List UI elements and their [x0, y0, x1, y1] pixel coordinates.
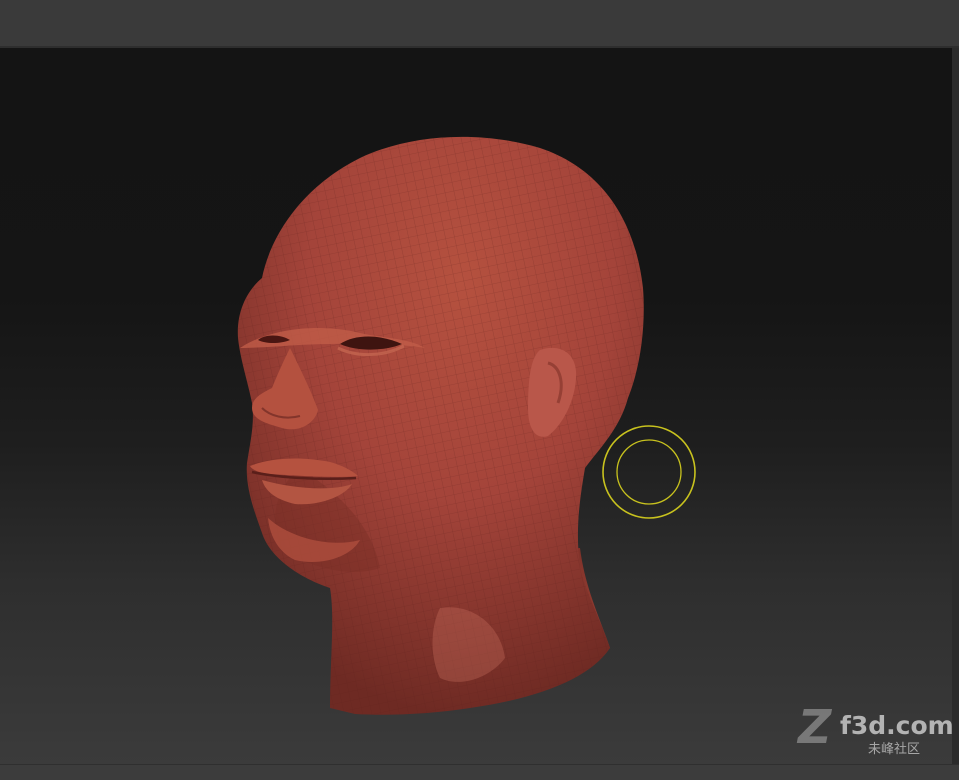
brush-circle-icon[interactable] — [601, 424, 697, 520]
wireframe-overlay — [237, 136, 644, 715]
bottom-status-bar — [0, 764, 959, 780]
sculpt-app-window: Z f3d.com 未峰社区 — [0, 0, 959, 780]
3d-viewport-canvas[interactable]: Z f3d.com 未峰社区 — [0, 48, 952, 764]
top-toolbar — [0, 0, 959, 48]
viewport-scrollbar[interactable] — [952, 48, 959, 764]
bottom-divider — [0, 764, 959, 765]
watermark-site: f3d.com — [840, 711, 952, 740]
head-model[interactable] — [0, 48, 952, 764]
watermark: Z f3d.com 未峰社区 — [794, 704, 952, 764]
z-logo-icon: Z — [798, 700, 832, 754]
watermark-community: 未峰社区 — [868, 742, 921, 757]
